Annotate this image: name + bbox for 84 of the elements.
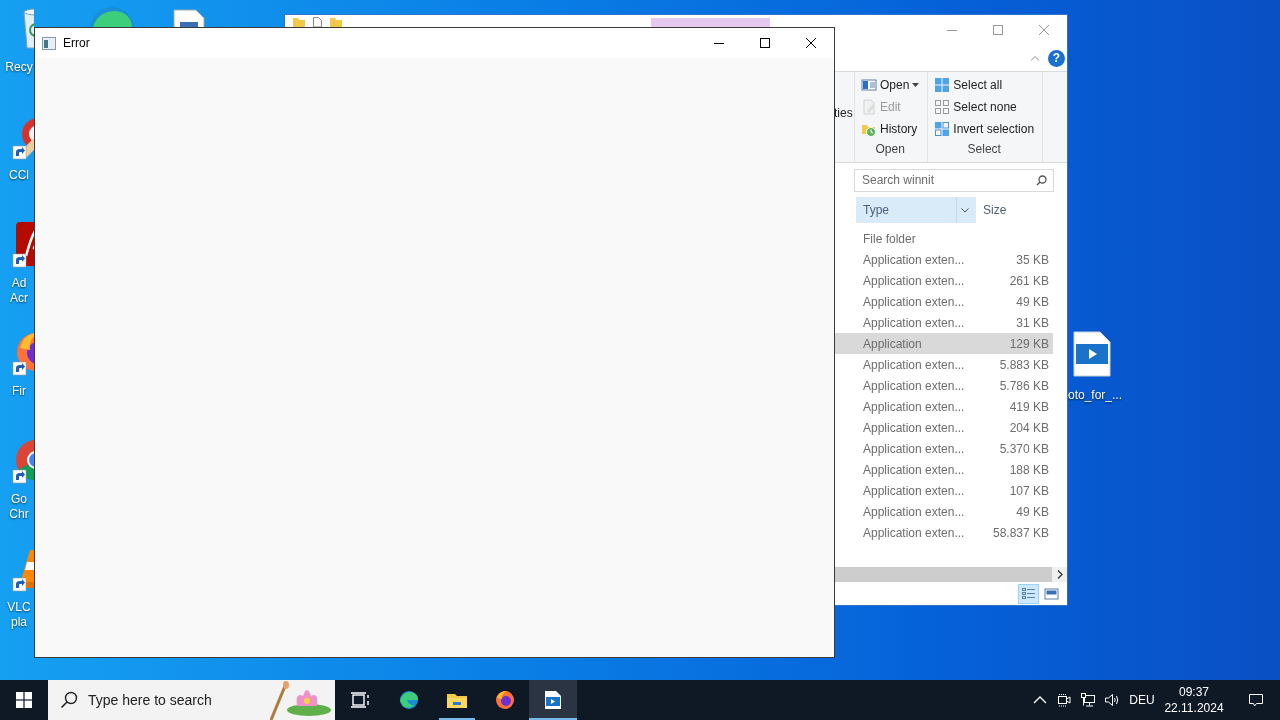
camera-icon — [1056, 692, 1072, 708]
desktop-icon-label: Go Chr — [8, 492, 30, 522]
window-title: Error — [63, 36, 91, 50]
ribbon-group-label: Open — [874, 142, 906, 158]
file-size: 5.883 KB — [999, 357, 1049, 372]
desktop-icon-label: Fir — [11, 384, 27, 399]
desktop-icon-label: oto_for_... — [1068, 388, 1124, 403]
file-type: Application exten... — [863, 378, 966, 393]
taskbar-search-field[interactable]: Type here to search — [48, 680, 335, 720]
file-type: Application exten... — [863, 483, 966, 498]
invert-selection-icon — [934, 121, 951, 137]
file-type: Application exten... — [863, 294, 966, 309]
file-type: Application exten... — [863, 273, 966, 288]
select-all-icon — [934, 77, 951, 93]
desktop-icon-label: VLC pla — [6, 600, 32, 630]
ribbon-button[interactable]: Open — [859, 75, 922, 95]
file-type: File folder — [863, 231, 917, 246]
edit-icon — [861, 99, 877, 115]
close-icon — [806, 38, 816, 48]
column-header[interactable]: Type — [856, 197, 976, 223]
file-type: Application exten... — [863, 462, 966, 477]
file-size: 204 KB — [1009, 420, 1049, 435]
windows-logo-icon — [16, 692, 32, 708]
file-size: 188 KB — [1009, 462, 1049, 477]
help-button[interactable]: ? — [1048, 49, 1065, 67]
file-size: 35 KB — [1016, 252, 1049, 267]
chevron-down-icon[interactable] — [961, 207, 969, 213]
horizontal-scrollbar[interactable] — [834, 567, 1067, 582]
ribbon-button[interactable]: Invert selection — [932, 119, 1037, 139]
document-icon[interactable] — [313, 17, 322, 27]
column-header[interactable]: Size — [976, 197, 1014, 223]
acrobat-icon[interactable] — [12, 220, 34, 268]
ribbon-group-label: Select — [966, 142, 1002, 158]
file-size: 261 KB — [1009, 273, 1049, 288]
caret-icon — [912, 83, 920, 87]
window-icon — [42, 36, 56, 50]
desktop-icon-label: CCl — [8, 168, 30, 183]
taskbar-app-button[interactable] — [529, 680, 577, 720]
firefox-icon — [495, 690, 515, 710]
file-type: Application exten... — [863, 441, 966, 456]
file-size: 31 KB — [1016, 315, 1049, 330]
file-type: Application exten... — [863, 525, 966, 540]
file-type: Application exten... — [863, 504, 966, 519]
edge-icon — [399, 690, 419, 710]
notifications-icon — [1248, 692, 1264, 708]
file-type: Application exten... — [863, 399, 966, 414]
file-size: 129 KB — [1009, 336, 1049, 351]
desktop-icon-label: Recy — [4, 60, 34, 75]
close-icon — [1039, 25, 1049, 35]
image-icon — [1044, 586, 1059, 601]
file-type: Application exten... — [863, 357, 966, 372]
search-field[interactable]: Search winnit — [854, 168, 1054, 192]
file-type: Application — [863, 336, 923, 351]
search-icon — [60, 691, 78, 709]
maximize-icon — [993, 25, 1003, 35]
ribbon-button[interactable]: Select all — [932, 75, 1037, 95]
network-icon — [1080, 692, 1096, 708]
file-size: 49 KB — [1016, 504, 1049, 519]
file-type: Application exten... — [863, 420, 966, 435]
language-indicator[interactable]: DEU — [1124, 680, 1160, 720]
select-none-icon — [934, 99, 951, 115]
file-size: 5.370 KB — [999, 441, 1049, 456]
clock[interactable]: 09:37 22.11.2024 — [1160, 684, 1228, 716]
volume-icon — [1104, 692, 1120, 708]
chevron-right-icon[interactable] — [1056, 570, 1063, 579]
search-icon[interactable] — [1036, 174, 1047, 186]
file-type: Application exten... — [863, 315, 966, 330]
file-size: 107 KB — [1009, 483, 1049, 498]
file-size: 419 KB — [1009, 399, 1049, 414]
list-icon — [1021, 586, 1036, 601]
task-view-icon — [350, 690, 370, 710]
maximize-icon — [760, 38, 770, 48]
desktop-icon-label: Ad Acr — [9, 276, 29, 306]
video-file-icon — [543, 690, 563, 710]
open-icon — [861, 77, 877, 93]
file-size: 5.786 KB — [999, 378, 1049, 393]
file-type: Application exten... — [863, 252, 966, 267]
ribbon-button[interactable]: Select none — [932, 97, 1037, 117]
ribbon-label: ties — [834, 106, 853, 120]
selected-row[interactable]: Application 129 KB — [834, 333, 1053, 354]
file-size: 58.837 KB — [992, 525, 1049, 540]
ribbon-button[interactable]: History — [859, 119, 922, 139]
file-size: 49 KB — [1016, 294, 1049, 309]
details-view-button[interactable] — [1018, 583, 1039, 604]
